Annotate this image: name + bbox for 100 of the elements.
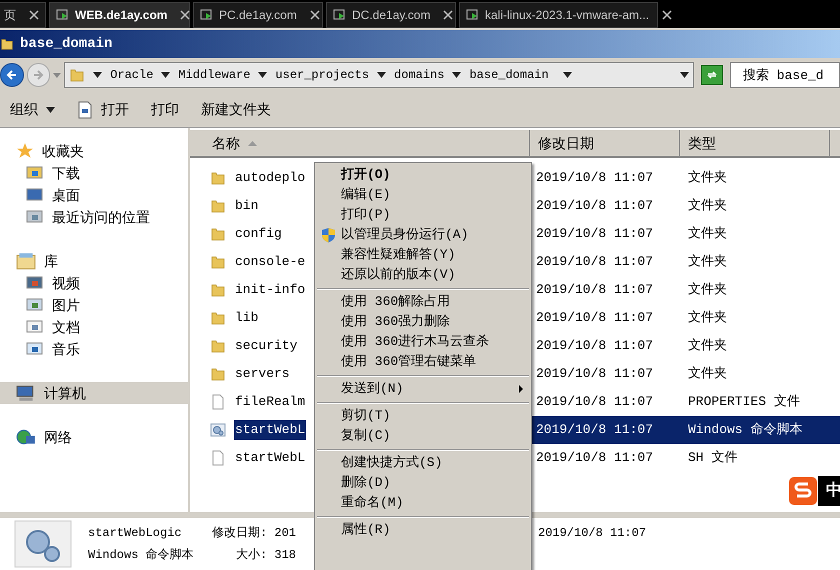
file-row[interactable]: 2019/10/8 11:07 文件夹	[530, 192, 840, 220]
date-cell-text: 2019/10/8 11:07	[535, 309, 654, 328]
detail-label: 大小: 318	[236, 547, 296, 564]
menu-item[interactable]: 以管理员身份运行(A)	[315, 225, 531, 245]
nav-item[interactable]: 网络	[0, 426, 188, 448]
folder-icon	[210, 254, 226, 270]
folder-icon	[210, 366, 226, 382]
menu-item[interactable]: 剪切(T)	[315, 406, 531, 426]
detail-value: 2019/10/8 11:07	[538, 525, 646, 542]
toolbar-button[interactable]: 新建文件夹	[201, 99, 271, 120]
nav-item[interactable]: 下载	[0, 162, 188, 184]
nav-item[interactable]: 收藏夹	[0, 140, 188, 162]
nav-item[interactable]: 计算机	[0, 382, 188, 404]
nav-item[interactable]: 库	[0, 250, 188, 272]
nav-item[interactable]: 文档	[0, 316, 188, 338]
file-name[interactable]: security	[234, 336, 298, 356]
library-icon	[16, 252, 36, 270]
menu-item[interactable]: 编辑(E)	[315, 185, 531, 205]
file-name[interactable]: bin	[234, 196, 260, 216]
toolbar-button[interactable]: 打开	[77, 99, 129, 120]
file-row[interactable]: 2019/10/8 11:07 PROPERTIES 文件	[530, 388, 840, 416]
column-header[interactable]: 修改日期	[530, 130, 680, 156]
computer-icon	[16, 384, 36, 402]
breadcrumb[interactable]: Oracle	[110, 66, 154, 84]
close-icon[interactable]	[662, 10, 672, 20]
dropdown-arrow-icon[interactable]	[161, 72, 170, 78]
file-name[interactable]: console-e	[234, 252, 306, 272]
date-cell-text: 2019/10/8 11:07	[535, 449, 654, 468]
file-name[interactable]: fileRealm	[234, 392, 306, 412]
sort-arrow-icon	[248, 140, 257, 146]
file-name[interactable]: lib	[234, 308, 260, 328]
menu-item[interactable]: 使用 360解除占用	[315, 292, 531, 312]
dropdown-arrow-icon[interactable]	[680, 72, 690, 78]
browser-tab[interactable]: DC.de1ay.com	[326, 2, 456, 28]
file-name[interactable]: config	[234, 224, 283, 244]
file-row[interactable]: 2019/10/8 11:07 文件夹	[530, 304, 840, 332]
search-field[interactable]: 搜索 base_d	[730, 62, 840, 88]
menu-item[interactable]: 删除(D)	[315, 473, 531, 493]
menu-item[interactable]: 打印(P)	[315, 205, 531, 225]
menu-item[interactable]: 使用 360强力删除	[315, 312, 531, 332]
menu-item[interactable]: 属性(R)	[315, 520, 531, 540]
file-row[interactable]: 2019/10/8 11:07 文件夹	[530, 360, 840, 388]
menu-item[interactable]: 使用 360进行木马云查杀	[315, 332, 531, 352]
refresh-button[interactable]	[701, 65, 723, 85]
file-row[interactable]: 2019/10/8 11:07 文件夹	[530, 248, 840, 276]
type-cell-text: 文件夹	[687, 225, 727, 244]
toolbar-button[interactable]: 组织	[10, 99, 55, 120]
menu-item[interactable]: 还原以前的版本(V)	[315, 265, 531, 285]
file-name[interactable]: startWebL	[234, 420, 306, 440]
back-button[interactable]	[0, 63, 24, 87]
menu-item[interactable]: 重命名(M)	[315, 493, 531, 513]
file-row[interactable]: 2019/10/8 11:07 文件夹	[530, 332, 840, 360]
close-icon[interactable]	[29, 10, 39, 20]
menu-item[interactable]: 打开(O)	[315, 165, 531, 185]
ime-logo-icon	[788, 476, 818, 506]
menu-item[interactable]: 兼容性疑难解答(Y)	[315, 245, 531, 265]
breadcrumb[interactable]: Middleware	[178, 66, 250, 84]
file-name[interactable]: autodeplo	[234, 168, 306, 188]
dropdown-arrow-icon[interactable]	[46, 106, 55, 112]
file-name[interactable]: startWebL	[234, 448, 306, 468]
breadcrumb[interactable]: domains	[394, 66, 444, 84]
browser-tab[interactable]: 页	[0, 2, 46, 28]
nav-item[interactable]: 最近访问的位置	[0, 206, 188, 228]
file-name[interactable]: init-info	[234, 280, 306, 300]
file-name[interactable]: servers	[234, 364, 291, 384]
menu-item[interactable]: 发送到(N)	[315, 379, 531, 399]
breadcrumb[interactable]: user_projects	[275, 66, 370, 84]
file-row[interactable]: 2019/10/8 11:07 文件夹	[530, 220, 840, 248]
detail-type: Windows 命令脚本	[88, 547, 195, 564]
nav-item[interactable]: 图片	[0, 294, 188, 316]
close-icon[interactable]	[443, 10, 454, 20]
folder-icon	[210, 310, 226, 326]
nav-item[interactable]: 桌面	[0, 184, 188, 206]
toolbar-button[interactable]: 打印	[151, 99, 179, 120]
breadcrumb[interactable]: base_domain	[469, 66, 549, 84]
file-row[interactable]: 2019/10/8 11:07 文件夹	[530, 276, 840, 304]
close-icon[interactable]	[310, 10, 320, 20]
column-header[interactable]: 名称	[190, 130, 530, 156]
nav-item[interactable]: 视频	[0, 272, 188, 294]
column-header[interactable]: 类型	[680, 130, 830, 156]
type-cell-text: PROPERTIES 文件	[687, 393, 800, 412]
close-icon[interactable]	[180, 10, 190, 20]
dropdown-arrow-icon[interactable]	[562, 72, 572, 78]
menu-item[interactable]: 使用 360管理右键菜单	[315, 352, 531, 372]
address-field[interactable]: Oracle Middleware user_projects domains base_domain	[64, 62, 694, 88]
type-cell-text: 文件夹	[687, 365, 727, 384]
ime-mode[interactable]: 中	[818, 476, 840, 506]
menu-item[interactable]: 创建快捷方式(S)	[315, 453, 531, 473]
file-row[interactable]: 2019/10/8 11:07 文件夹	[530, 164, 840, 192]
browser-tab[interactable]: PC.de1ay.com	[193, 2, 323, 28]
file-row[interactable]: 2019/10/8 11:07 SH 文件	[530, 444, 840, 472]
dropdown-arrow-icon[interactable]	[93, 72, 102, 78]
dropdown-arrow-icon[interactable]	[377, 72, 386, 78]
menu-item[interactable]: 复制(C)	[315, 426, 531, 446]
browser-tab[interactable]: WEB.de1ay.com	[49, 2, 190, 28]
dropdown-arrow-icon[interactable]	[452, 72, 462, 78]
dropdown-arrow-icon[interactable]	[258, 72, 268, 78]
file-row[interactable]: 2019/10/8 11:07 Windows 命令脚本	[530, 416, 840, 444]
nav-item[interactable]: 音乐	[0, 338, 188, 360]
date-cell-text: 2019/10/8 11:07	[535, 393, 654, 412]
